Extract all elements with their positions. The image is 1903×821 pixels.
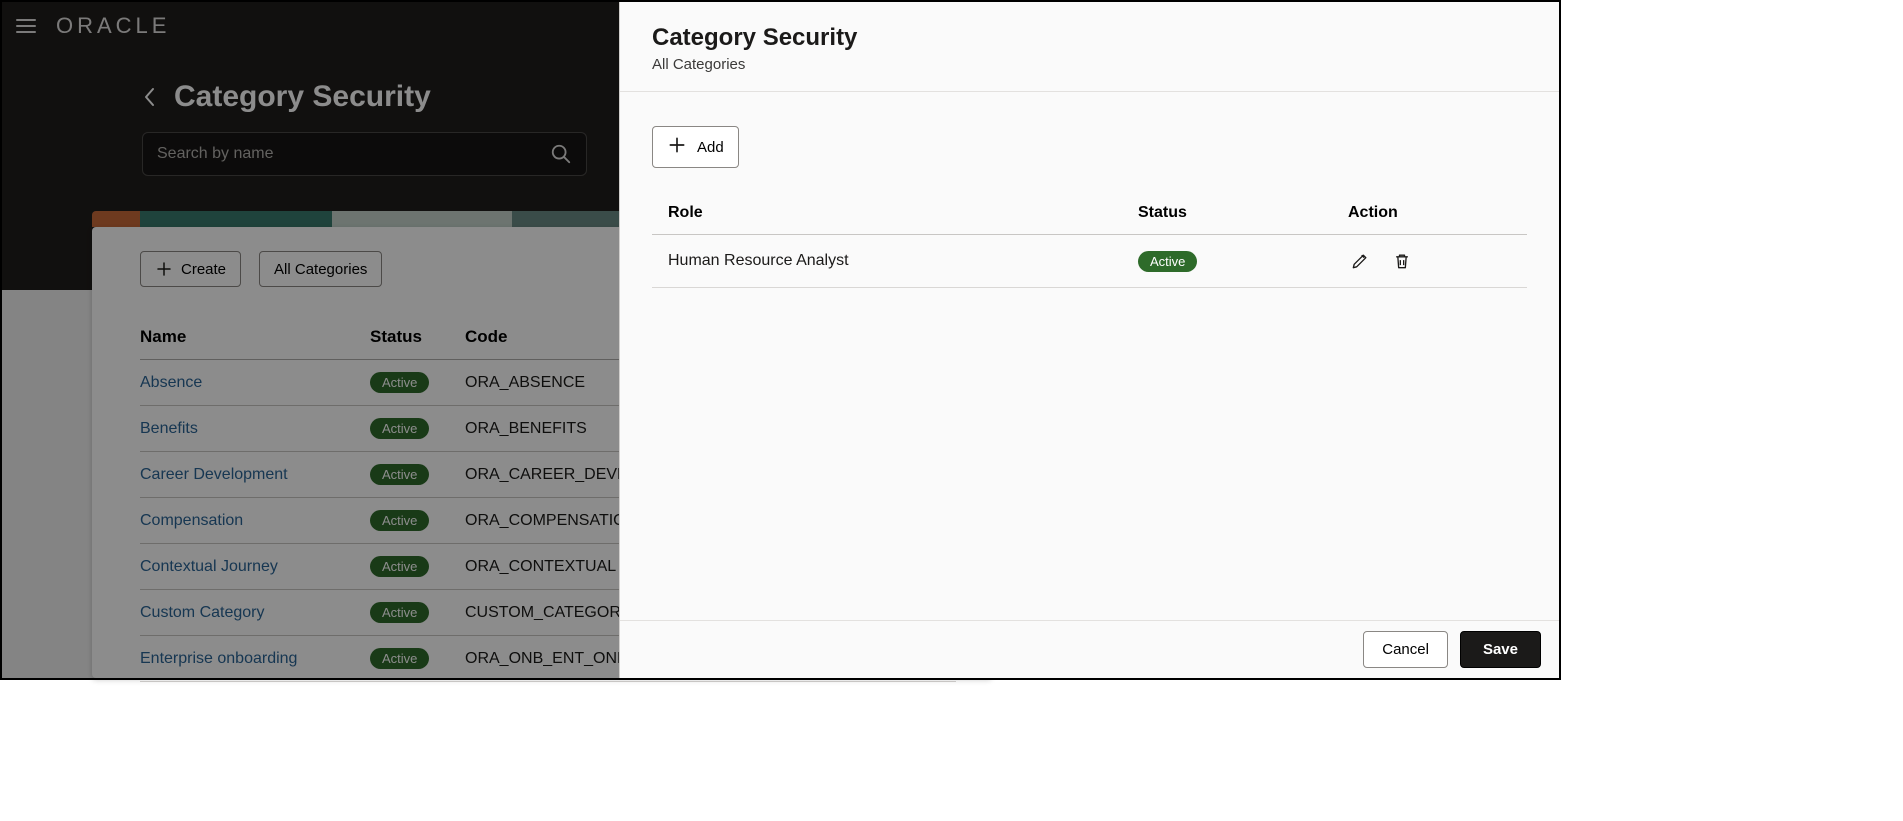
col-action: Action [1348, 204, 1511, 222]
drawer-header: Category Security All Categories [620, 2, 1559, 92]
add-button[interactable]: Add [652, 126, 739, 168]
col-role: Role [668, 204, 1138, 222]
save-button[interactable]: Save [1460, 631, 1541, 668]
drawer-title: Category Security [652, 24, 1527, 52]
add-button-label: Add [697, 139, 724, 156]
category-security-drawer: Category Security All Categories Add Rol… [619, 2, 1559, 678]
delete-icon[interactable] [1390, 249, 1414, 273]
col-status: Status [1138, 204, 1348, 222]
role-table-header: Role Status Action [652, 192, 1527, 235]
role-table: Role Status Action Human Resource Analys… [652, 192, 1527, 288]
role-name: Human Resource Analyst [668, 252, 1138, 270]
cancel-button[interactable]: Cancel [1363, 631, 1448, 668]
edit-icon[interactable] [1348, 249, 1372, 273]
table-row: Human Resource Analyst Active [652, 235, 1527, 288]
plus-icon [667, 135, 687, 159]
drawer-footer: Cancel Save [620, 620, 1559, 678]
status-badge: Active [1138, 251, 1197, 272]
drawer-subtitle: All Categories [652, 56, 1527, 73]
